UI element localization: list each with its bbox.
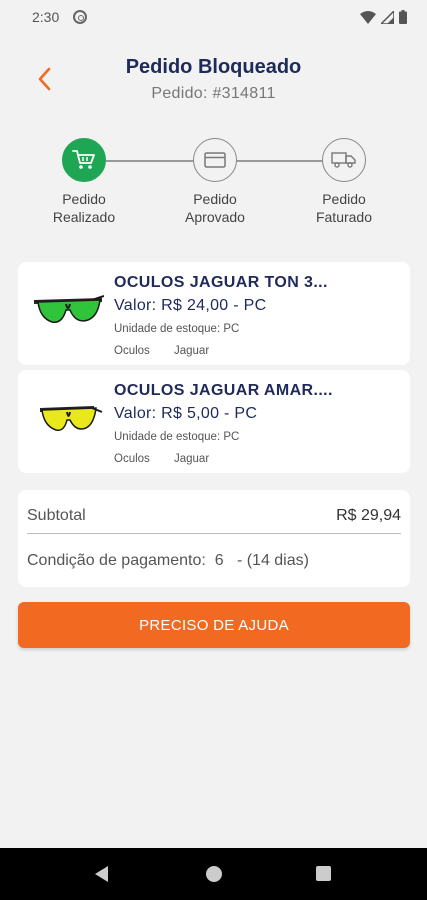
step-circle [193,138,237,182]
home-circle-icon[interactable] [206,866,222,882]
payment-label: Condição de pagamento: [27,552,206,569]
product-category: Oculos [114,345,150,357]
product-card[interactable]: OCULOS JAGUAR AMAR.... Valor: R$ 5,00 - … [18,370,410,473]
signal-icon [381,10,394,24]
step-label: Pedido Realizado [52,191,116,225]
step-pedido-aprovado: Pedido Aprovado [155,138,275,226]
product-image-glasses [40,406,103,432]
order-summary: Subtotal R$ 29,94 Condição de pagamento:… [18,490,410,587]
status-bar: 2:30 [0,0,427,34]
product-name: OCULOS JAGUAR AMAR.... [114,382,333,399]
truck-icon [331,152,356,168]
product-price: Valor: R$ 24,00 - PC [114,297,267,314]
step-circle [322,138,366,182]
status-time: 2:30 [32,9,60,25]
cart-icon [72,150,95,169]
order-number: Pedido: #314811 [151,85,276,102]
step-pedido-faturado: Pedido Faturado [284,138,404,226]
page-title: Pedido Bloqueado [125,56,302,78]
payment-condition: Condição de pagamento: 6 - (14 dias) [27,552,309,570]
product-price: Valor: R$ 5,00 - PC [114,405,258,422]
product-name: OCULOS JAGUAR TON 3... [114,274,328,291]
battery-icon [399,10,407,24]
subtotal-value: R$ 29,94 [336,507,401,524]
system-nav-bar [0,848,427,900]
lens [41,407,97,432]
product-card[interactable]: OCULOS JAGUAR TON 3... Valor: R$ 24,00 -… [18,262,410,365]
back-triangle-icon[interactable] [95,866,108,882]
order-progress: Pedido Realizado Pedido Aprovado Pedido [0,138,427,238]
product-category: Oculos [114,453,150,465]
step-circle [62,138,106,182]
payment-days: - (14 dias) [236,552,309,569]
lens [37,299,101,323]
help-button[interactable]: PRECISO DE AJUDA [18,602,410,648]
product-image-glasses [34,295,104,323]
step-pedido-realizado: Pedido Realizado [24,138,144,226]
product-stock-unit: Unidade de estoque: PC [114,323,240,335]
step-label: Pedido Faturado [315,191,373,225]
recents-square-icon[interactable] [316,866,331,881]
app-notification-icon [73,10,87,24]
header: Pedido Bloqueado Pedido: #314811 [0,52,427,112]
product-brand: Jaguar [174,345,210,357]
wifi-icon [360,10,376,24]
payment-value: 6 [214,552,224,569]
status-icons [360,10,407,24]
product-brand: Jaguar [174,453,210,465]
step-label: Pedido Aprovado [185,191,245,225]
divider [27,533,401,534]
credit-card-icon [204,152,226,168]
product-stock-unit: Unidade de estoque: PC [114,431,240,443]
subtotal-label: Subtotal [27,507,86,524]
